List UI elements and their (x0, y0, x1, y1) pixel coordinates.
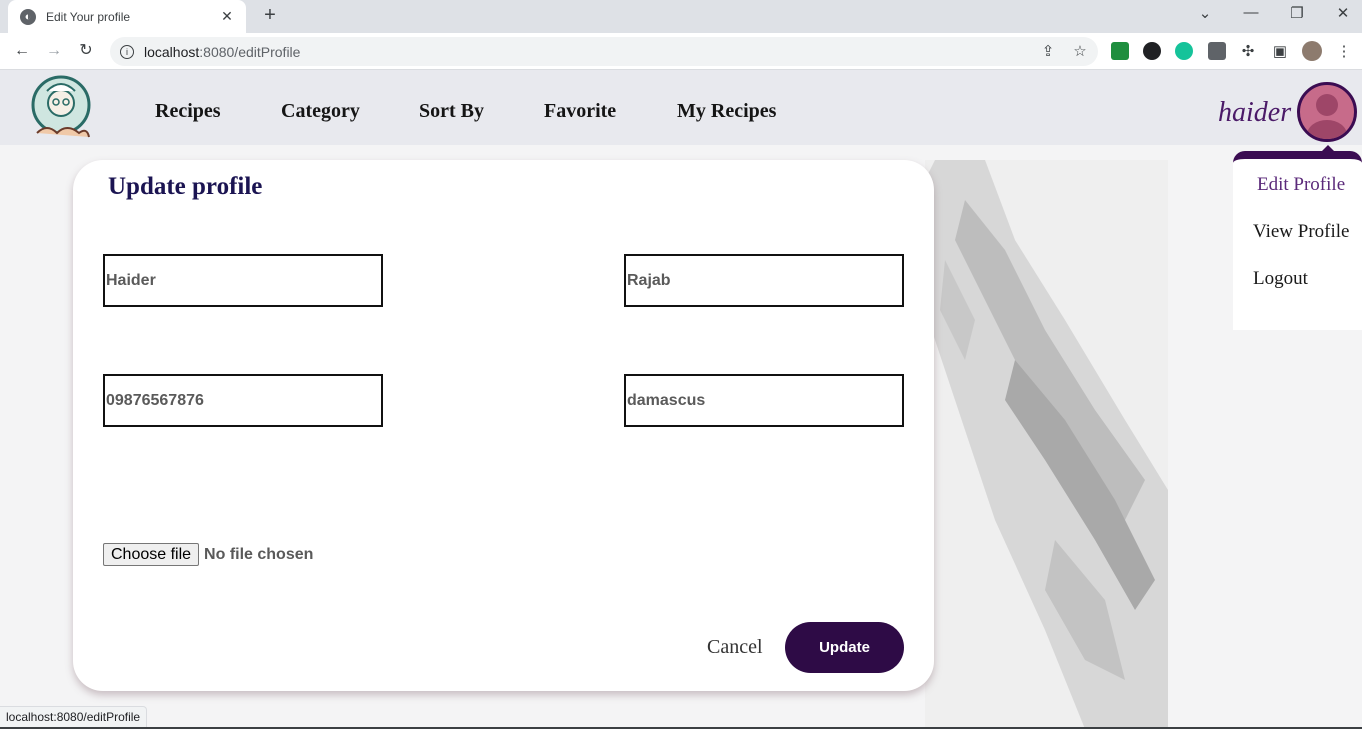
restore-button[interactable]: ❐ (1285, 4, 1309, 22)
tab-search-icon[interactable]: ⌄ (1193, 4, 1217, 22)
background-texture (925, 160, 1168, 729)
forward-icon[interactable]: → (42, 39, 66, 63)
back-icon[interactable]: ← (10, 39, 34, 63)
update-button[interactable]: Update (785, 622, 904, 673)
nav-my-recipes[interactable]: My Recipes (677, 100, 776, 123)
wordpress-extension-icon[interactable] (1143, 42, 1161, 60)
browser-toolbar: ← → ↻ i localhost:8080/editProfile ⇪ ☆ ✣… (0, 33, 1362, 70)
menu-edit-profile[interactable]: Edit Profile (1257, 174, 1345, 196)
dev-tool-extension-icon[interactable] (1208, 42, 1226, 60)
nav-recipes[interactable]: Recipes (155, 100, 221, 123)
site-info-icon[interactable]: i (120, 44, 134, 59)
address-url: localhost:8080/editProfile (144, 44, 300, 60)
status-bar-url: localhost:8080/editProfile (0, 706, 148, 728)
url-host: localhost (144, 43, 200, 60)
new-tab-button[interactable]: + (258, 4, 282, 27)
share-icon[interactable]: ⇪ (1038, 37, 1058, 66)
menu-logout[interactable]: Logout (1253, 268, 1308, 290)
user-icon (1307, 94, 1347, 139)
site-header: Recipes Category Sort By Favorite My Rec… (0, 70, 1362, 145)
profile-dropdown: Edit Profile View Profile Logout (1233, 145, 1362, 330)
phone-field[interactable] (103, 374, 383, 427)
nav-favorite[interactable]: Favorite (544, 100, 616, 123)
globe-icon: ◐ (20, 8, 36, 25)
dropdown-arrow (1322, 145, 1334, 151)
nav-sort-by[interactable]: Sort By (419, 100, 484, 123)
tab-title: Edit Your profile (46, 9, 131, 24)
side-panel-icon[interactable]: ▣ (1270, 37, 1290, 66)
reload-icon[interactable]: ↻ (74, 39, 98, 63)
profile-avatar-icon[interactable] (1302, 41, 1322, 61)
minimize-button[interactable]: — (1239, 4, 1263, 21)
last-name-field[interactable] (624, 254, 904, 307)
close-window-button[interactable]: ✕ (1331, 4, 1355, 22)
browser-tabstrip: ◐ Edit Your profile ✕ + ⌄ — ❐ ✕ (0, 0, 1362, 33)
address-bar[interactable]: i localhost:8080/editProfile (110, 37, 1098, 66)
file-upload: Choose file No file chosen (103, 543, 313, 566)
browser-menu-icon[interactable]: ⋮ (1334, 37, 1354, 66)
bookmark-star-icon[interactable]: ☆ (1070, 37, 1090, 66)
page-title: Update profile (108, 173, 263, 200)
extensions-puzzle-icon[interactable]: ✣ (1238, 37, 1258, 66)
url-path: :8080/editProfile (199, 43, 301, 60)
avatar[interactable] (1297, 82, 1357, 142)
android-extension-icon[interactable] (1111, 42, 1129, 60)
city-field[interactable] (624, 374, 904, 427)
menu-view-profile[interactable]: View Profile (1253, 221, 1349, 243)
update-profile-card: Update profile Choose file No file chose… (73, 160, 934, 691)
file-status: No file chosen (204, 545, 314, 563)
nav-category[interactable]: Category (281, 100, 360, 123)
browser-tab[interactable]: ◐ Edit Your profile ✕ (8, 0, 246, 33)
username: haider (1218, 97, 1292, 128)
first-name-field[interactable] (103, 254, 383, 307)
grammarly-extension-icon[interactable] (1175, 42, 1193, 60)
cancel-button[interactable]: Cancel (707, 636, 763, 659)
choose-file-button[interactable]: Choose file (103, 543, 200, 566)
logo-icon[interactable] (27, 75, 95, 143)
tab-close-icon[interactable]: ✕ (218, 8, 236, 25)
